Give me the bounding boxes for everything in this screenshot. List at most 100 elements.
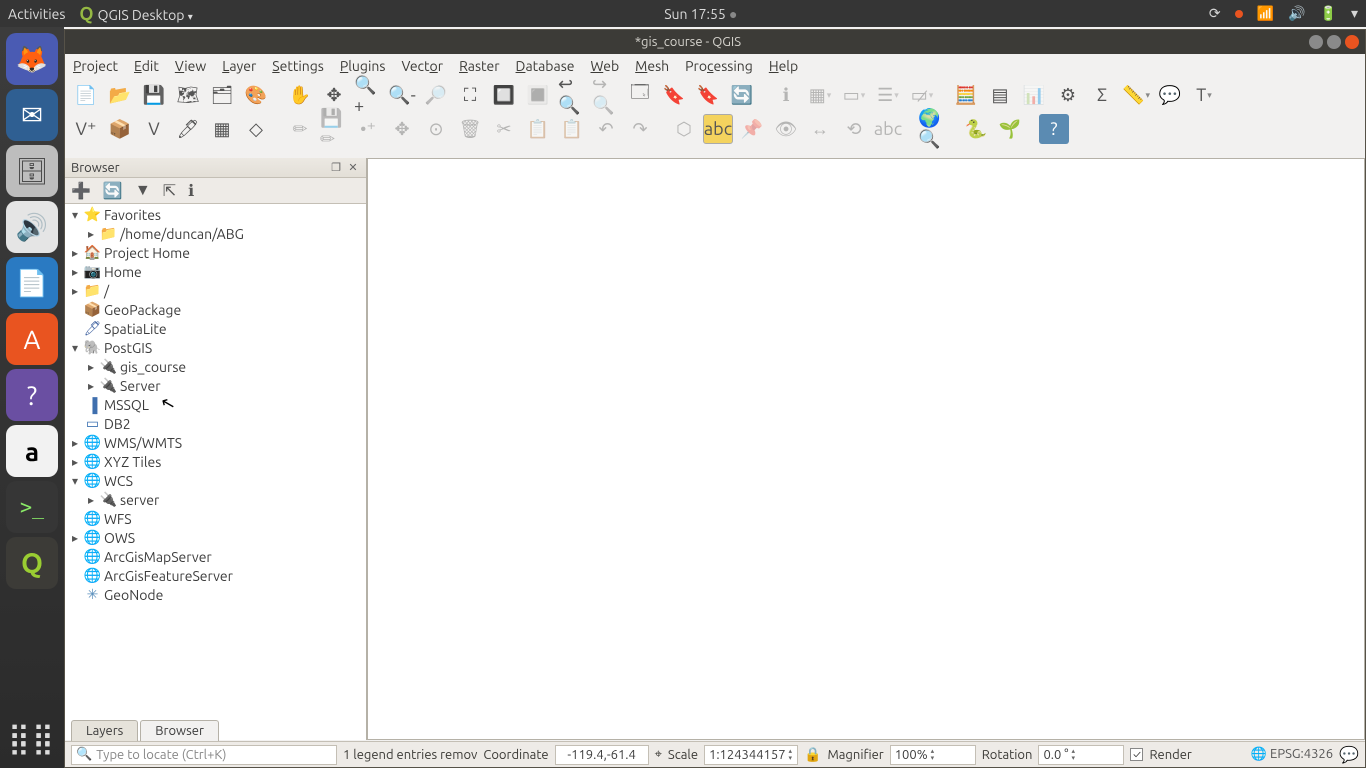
add-vector-layer-button[interactable]: V⁺ [71,114,101,144]
zoom-selection-button[interactable]: 🔲 [489,80,519,110]
refresh-button[interactable]: 🔄 [727,80,757,110]
tree-item--[interactable]: ▸📁/ [65,281,366,300]
tree-item-spatialite[interactable]: 🖊SpatiaLite [65,319,366,338]
tree-item-xyz-tiles[interactable]: ▸🌐XYZ Tiles [65,452,366,471]
identify-button[interactable]: ℹ [771,80,801,110]
tree-item-arcgisfeatureserver[interactable]: 🌐ArcGisFeatureServer [65,566,366,585]
properties-widget-icon[interactable]: ℹ [188,181,194,200]
dock-undock-button[interactable]: ❐ [329,161,343,175]
dock-close-button[interactable]: ✕ [346,161,360,175]
menu-layer[interactable]: Layer [222,58,256,74]
launcher-apps[interactable]: ⠿⠿⠿⠿ [6,716,58,768]
open-project-button[interactable]: 📂 [105,80,135,110]
browser-tree[interactable]: ▾⭐Favorites▸📁/home/duncan/ABG▸🏠Project H… [65,204,366,740]
launcher-help[interactable]: ? [6,369,58,421]
new-geopackage-button[interactable]: 📦 [105,114,135,144]
paste-features-button[interactable]: 📋 [557,114,587,144]
update-indicator-icon[interactable] [1235,10,1243,18]
tree-item-server[interactable]: ▸🔌Server [65,376,366,395]
menu-web[interactable]: Web [591,58,620,74]
collapse-all-icon[interactable]: ⇱ [163,181,176,200]
lock-scale-icon[interactable]: 🔒 [804,746,821,763]
toolbox-button[interactable]: ⚙ [1053,80,1083,110]
expand-icon[interactable]: ▸ [85,379,97,393]
layout-manager-button[interactable]: 🗂 [207,80,237,110]
launcher-rhythmbox[interactable]: 🔊 [6,201,58,253]
zoom-next-button[interactable]: ↪🔍 [591,80,621,110]
open-field-calculator-button[interactable]: ▤ [985,80,1015,110]
menu-mesh[interactable]: Mesh [635,58,669,74]
new-spatialite-button[interactable]: 🖊 [173,114,203,144]
tree-item-ows[interactable]: ▸🌐OWS [65,528,366,547]
expand-icon[interactable]: ▾ [69,474,81,488]
select-features-button[interactable]: ▭ [839,80,869,110]
coord-input[interactable]: -119.4,-61.4 [555,745,649,765]
tree-item-db2[interactable]: ▭DB2 [65,414,366,433]
metasearch-button[interactable]: 🌍🔍 [917,114,947,144]
tree-item-wcs[interactable]: ▾🌐WCS [65,471,366,490]
menu-plugins[interactable]: Plugins [340,58,386,74]
field-calculator-button[interactable]: 🧮 [951,80,981,110]
launcher-firefox[interactable]: 🦊 [6,33,58,85]
launcher-amazon[interactable]: a [6,425,58,477]
tree-item-arcgismapserver[interactable]: 🌐ArcGisMapServer [65,547,366,566]
expand-icon[interactable]: ▸ [69,455,81,469]
menu-edit[interactable]: Edit [134,58,159,74]
tree-item-geopackage[interactable]: 📦GeoPackage [65,300,366,319]
tree-item-geonode[interactable]: ✳GeoNode [65,585,366,604]
new-virtual-layer-button[interactable]: ◇ [241,114,271,144]
digitize-button[interactable]: ⬡ [669,114,699,144]
tree-item-wfs[interactable]: 🌐WFS [65,509,366,528]
tree-item-server[interactable]: ▸🔌server [65,490,366,509]
show-bookmarks-button[interactable]: 🔖 [693,80,723,110]
zoom-in-button[interactable]: 🔍+ [353,80,383,110]
delete-selected-button[interactable]: 🗑 [455,114,485,144]
move-feature-button[interactable]: ✥ [387,114,417,144]
redo-button[interactable]: ↷ [625,114,655,144]
open-attribute-table-button[interactable]: ▦ [805,80,835,110]
messages-button[interactable]: 💬 [1339,745,1359,764]
tree-item-gis-course[interactable]: ▸🔌gis_course [65,357,366,376]
activities-button[interactable]: Activities [8,6,65,22]
expand-icon[interactable]: ▸ [85,227,97,241]
new-shapefile-button[interactable]: V [139,114,169,144]
label-pin-button[interactable]: 📌 [737,114,767,144]
tab-browser[interactable]: Browser [140,720,219,741]
new-map-view-button[interactable]: 🗔 [625,80,655,110]
window-close-button[interactable] [1345,35,1359,49]
launcher-thunderbird[interactable]: ✉ [6,89,58,141]
battery-icon[interactable]: 🔋 [1320,5,1337,22]
node-tool-button[interactable]: ⊙ [421,114,451,144]
maptips-button[interactable]: 💬 [1155,80,1185,110]
launcher-writer[interactable]: 📄 [6,257,58,309]
new-memory-layer-button[interactable]: ▦ [207,114,237,144]
expand-icon[interactable]: ▸ [85,360,97,374]
dropbox-icon[interactable]: ⟳ [1209,5,1221,22]
tree-item-project-home[interactable]: ▸🏠Project Home [65,243,366,262]
menu-help[interactable]: Help [769,58,798,74]
select-by-value-button[interactable]: ☰ [873,80,903,110]
mag-input[interactable]: 100%▴▾ [890,745,976,765]
app-menu[interactable]: QQGIS Desktop ▾ [79,4,192,24]
save-project-button[interactable]: 💾 [139,80,169,110]
window-maximize-button[interactable] [1327,35,1341,49]
launcher-qgis[interactable]: Q [6,537,58,589]
tab-layers[interactable]: Layers [71,720,138,741]
refresh-browser-icon[interactable]: 🔄 [103,181,123,200]
browser-panel-title[interactable]: Browser ❐ ✕ [65,158,366,178]
menu-vector[interactable]: Vector [401,58,443,74]
copy-features-button[interactable]: 📋 [523,114,553,144]
zoom-native-button[interactable]: 🔎 [421,80,451,110]
expand-icon[interactable]: ▸ [69,265,81,279]
rot-input[interactable]: 0.0 °▴▾ [1038,745,1124,765]
tree-item-postgis[interactable]: ▾🐘PostGIS [65,338,366,357]
system-menu-icon[interactable]: ▾ [1351,5,1358,22]
expand-icon[interactable]: ▸ [69,284,81,298]
cut-features-button[interactable]: ✂ [489,114,519,144]
zoom-layer-button[interactable]: 🔳 [523,80,553,110]
tree-item--home-duncan-abg[interactable]: ▸📁/home/duncan/ABG [65,224,366,243]
menu-view[interactable]: View [175,58,206,74]
undo-button[interactable]: ↶ [591,114,621,144]
pan-button[interactable]: ✋ [285,80,315,110]
tree-item-favorites[interactable]: ▾⭐Favorites [65,205,366,224]
